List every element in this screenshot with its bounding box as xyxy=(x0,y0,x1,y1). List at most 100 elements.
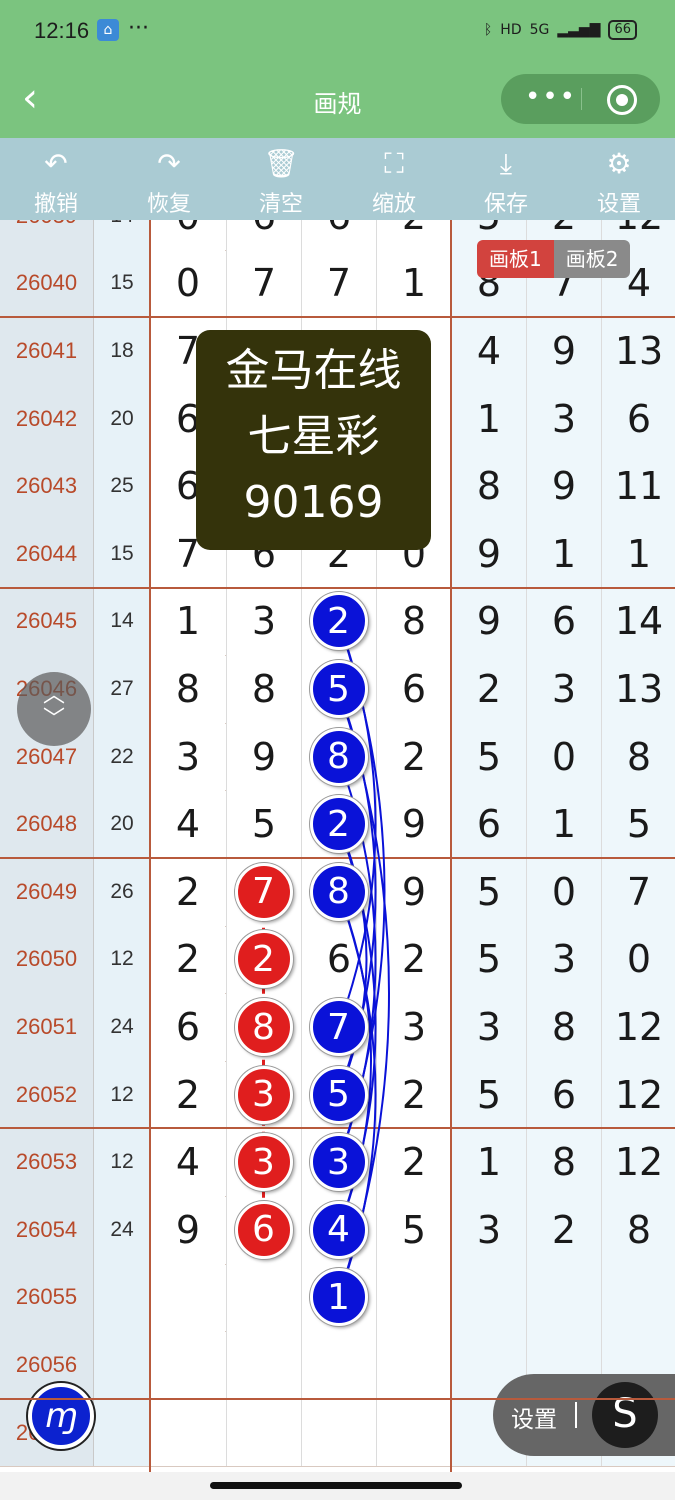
red-ball[interactable]: 8 xyxy=(234,998,293,1056)
blue-ball[interactable]: 5 xyxy=(309,660,368,718)
digit-cell[interactable]: 9 xyxy=(526,452,601,520)
digit-cell[interactable]: 8 xyxy=(226,655,301,723)
digit-cell[interactable]: 8 xyxy=(150,655,225,723)
digit-cell[interactable]: 6 xyxy=(451,790,526,858)
digit-cell[interactable]: 1 xyxy=(526,520,601,588)
digit-cell[interactable]: 3 xyxy=(526,384,601,453)
digit-cell[interactable]: 1 xyxy=(150,587,225,656)
digit-cell[interactable]: 6 xyxy=(601,384,675,453)
pen-tool-button[interactable]: ɱ xyxy=(28,1383,94,1449)
digit-cell[interactable]: 0 xyxy=(526,858,601,926)
digit-cell[interactable]: 7 xyxy=(301,249,376,318)
digit-cell[interactable]: 6 xyxy=(301,220,376,250)
digit-cell[interactable]: 0 xyxy=(150,249,225,318)
blue-ball[interactable]: 4 xyxy=(309,1200,368,1259)
digit-cell[interactable]: 2 xyxy=(526,1196,601,1264)
digit-cell[interactable]: 8 xyxy=(451,452,526,520)
digit-cell[interactable] xyxy=(226,1398,301,1467)
blue-ball[interactable]: 5 xyxy=(309,1065,368,1124)
digit-cell[interactable] xyxy=(376,1331,451,1399)
digit-cell[interactable] xyxy=(601,1263,675,1332)
digit-cell[interactable]: 2 xyxy=(150,858,225,926)
tool-undo[interactable]: ↶ 撤销 xyxy=(16,146,96,218)
digit-cell[interactable]: 6 xyxy=(301,925,376,994)
digit-cell[interactable]: 2 xyxy=(150,925,225,994)
digit-cell[interactable] xyxy=(150,1263,225,1332)
digit-cell[interactable] xyxy=(150,1398,225,1467)
red-ball[interactable]: 7 xyxy=(234,862,293,921)
blue-ball[interactable]: 3 xyxy=(309,1133,368,1192)
digit-cell[interactable]: 2 xyxy=(376,722,451,791)
tab-board-1[interactable]: 画板1 xyxy=(477,240,554,278)
floating-settings[interactable]: 设置 S xyxy=(493,1374,675,1456)
digit-cell[interactable] xyxy=(150,1331,225,1399)
digit-cell[interactable]: 4 xyxy=(150,790,225,858)
digit-cell[interactable]: 9 xyxy=(226,722,301,791)
digit-cell[interactable]: 6 xyxy=(150,993,225,1061)
digit-cell[interactable] xyxy=(526,1263,601,1332)
digit-cell[interactable]: 11 xyxy=(601,452,675,520)
tool-redo[interactable]: ↷ 恢复 xyxy=(129,146,209,218)
digit-cell[interactable]: 1 xyxy=(451,1128,526,1196)
blue-ball[interactable]: 2 xyxy=(309,592,368,651)
blue-ball[interactable]: 7 xyxy=(309,998,368,1056)
digit-cell[interactable]: 9 xyxy=(376,790,451,858)
blue-ball[interactable]: 8 xyxy=(309,862,368,921)
digit-cell[interactable]: 0 xyxy=(150,220,225,250)
digit-cell[interactable]: 12 xyxy=(601,1060,675,1129)
digit-cell[interactable]: 9 xyxy=(376,858,451,926)
digit-cell[interactable] xyxy=(301,1331,376,1399)
digit-cell[interactable] xyxy=(226,1331,301,1399)
digit-cell[interactable]: 2 xyxy=(376,1060,451,1129)
red-ball[interactable]: 6 xyxy=(234,1200,293,1259)
digit-cell[interactable]: 4 xyxy=(150,1128,225,1196)
digit-cell[interactable]: 3 xyxy=(226,587,301,656)
tab-board-2[interactable]: 画板2 xyxy=(553,240,631,278)
digit-cell[interactable]: 3 xyxy=(526,925,601,994)
digit-cell[interactable]: 1 xyxy=(601,520,675,588)
digit-cell[interactable]: 5 xyxy=(376,1196,451,1264)
blue-ball[interactable]: 2 xyxy=(309,795,368,854)
digit-cell[interactable]: 5 xyxy=(451,858,526,926)
digit-cell[interactable] xyxy=(226,1263,301,1332)
close-capsule-icon[interactable] xyxy=(607,85,637,115)
digit-cell[interactable]: 13 xyxy=(601,655,675,723)
digit-cell[interactable]: 0 xyxy=(601,925,675,994)
digit-cell[interactable]: 2 xyxy=(376,220,451,250)
red-ball[interactable]: 3 xyxy=(234,1065,293,1124)
digit-cell[interactable]: 8 xyxy=(526,993,601,1061)
s-logo-icon[interactable]: S xyxy=(592,1382,658,1448)
digit-cell[interactable]: 6 xyxy=(526,587,601,656)
red-ball[interactable]: 3 xyxy=(234,1133,293,1192)
digit-cell[interactable]: 2 xyxy=(376,1128,451,1196)
digit-cell[interactable]: 5 xyxy=(226,790,301,858)
digit-cell[interactable]: 0 xyxy=(526,722,601,791)
digit-cell[interactable]: 3 xyxy=(451,1196,526,1264)
tool-download[interactable]: ⤓ 保存 xyxy=(466,146,546,218)
settings-label[interactable]: 设置 xyxy=(511,1400,557,1434)
digit-cell[interactable]: 6 xyxy=(526,1060,601,1129)
digit-cell[interactable]: 6 xyxy=(376,655,451,723)
digit-cell[interactable]: 8 xyxy=(526,1128,601,1196)
digit-cell[interactable]: 3 xyxy=(451,993,526,1061)
digit-cell[interactable]: 5 xyxy=(451,1060,526,1129)
blue-ball[interactable]: 1 xyxy=(309,1268,368,1327)
digit-cell[interactable]: 9 xyxy=(526,317,601,385)
digit-cell[interactable]: 9 xyxy=(150,1196,225,1264)
digit-cell[interactable]: 1 xyxy=(451,384,526,453)
digit-cell[interactable] xyxy=(451,1263,526,1332)
digit-cell[interactable]: 1 xyxy=(526,790,601,858)
digit-cell[interactable]: 2 xyxy=(376,925,451,994)
tool-gear[interactable]: ⚙ 设置 xyxy=(579,146,659,218)
scroll-toggle-button[interactable]: ︿ ﹀ xyxy=(17,672,91,746)
digit-cell[interactable]: 13 xyxy=(601,317,675,385)
blue-ball[interactable]: 8 xyxy=(309,727,368,786)
digit-cell[interactable]: 8 xyxy=(376,587,451,656)
tool-trash[interactable]: 🗑 清空 xyxy=(241,146,321,218)
red-ball[interactable]: 2 xyxy=(234,930,293,989)
digit-cell[interactable]: 5 xyxy=(601,790,675,858)
home-indicator[interactable] xyxy=(210,1482,462,1489)
digit-cell[interactable] xyxy=(301,1398,376,1467)
digit-cell[interactable]: 2 xyxy=(451,655,526,723)
digit-cell[interactable]: 7 xyxy=(601,858,675,926)
